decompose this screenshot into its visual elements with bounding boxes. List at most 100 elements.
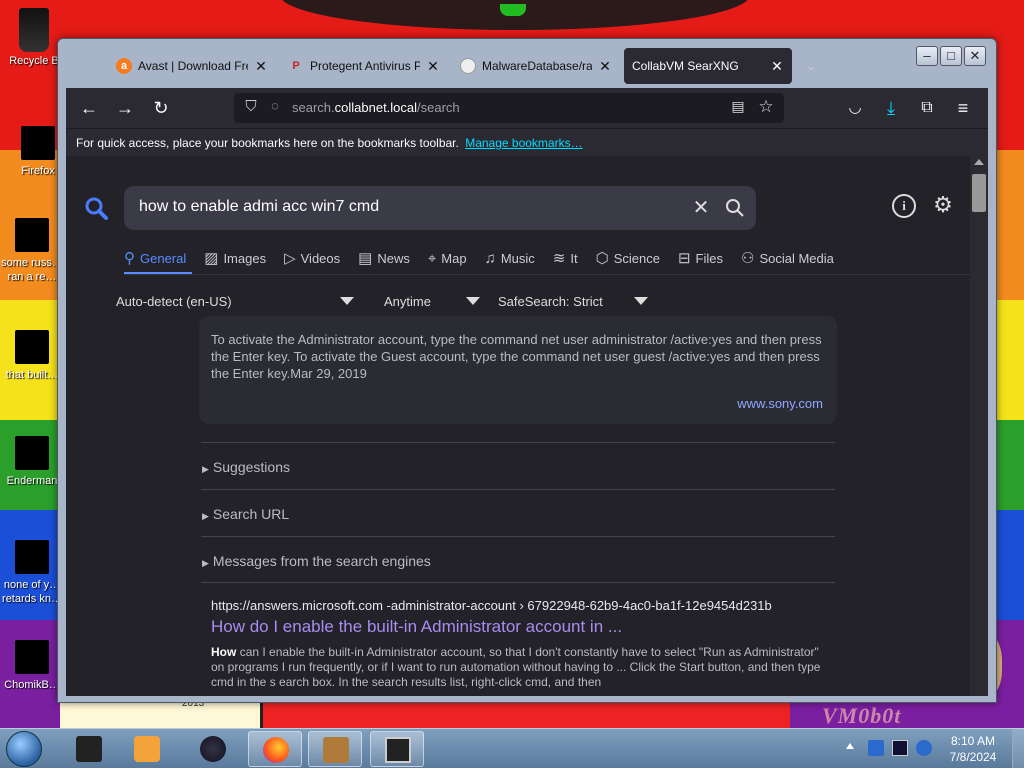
github-icon bbox=[460, 58, 476, 74]
cube-icon: ⬡ bbox=[595, 250, 609, 267]
taskbar-app-6[interactable] bbox=[370, 731, 424, 767]
engine-messages-toggle[interactable]: ▶ Messages from the search engines bbox=[202, 553, 431, 569]
navigation-toolbar: ← → ↻ ⛉ ◌ search.collabnet.local/search … bbox=[66, 88, 988, 128]
desktop-icon-label: that built… bbox=[5, 369, 59, 381]
connection-icon[interactable]: ◌ bbox=[266, 98, 284, 118]
result-title-link[interactable]: How do I enable the built-in Administrat… bbox=[211, 617, 821, 637]
clock-date: 7/8/2024 bbox=[949, 750, 997, 764]
search-icon[interactable] bbox=[722, 195, 748, 221]
bookmark-star-icon[interactable]: ☆ bbox=[756, 97, 776, 117]
tab-science[interactable]: ⬡ Science bbox=[596, 246, 660, 270]
page-scrollbar[interactable] bbox=[970, 156, 988, 696]
desktop-icon-file-1[interactable]: some russ… ran a re… bbox=[0, 218, 64, 284]
result-url[interactable]: https://answers.microsoft.com -administr… bbox=[211, 598, 821, 613]
shield-icon[interactable]: ⛉ bbox=[242, 98, 260, 118]
result-snippet: How can I enable the built-in Administra… bbox=[211, 645, 821, 689]
tab-protegent[interactable]: P Protegent Antivirus P ✕ bbox=[280, 48, 448, 84]
tab-collabvm-searxng[interactable]: CollabVM SearXNG ✕ bbox=[624, 48, 792, 84]
desktop-icon-label: Firefox bbox=[21, 165, 55, 177]
info-icon[interactable]: i bbox=[892, 194, 916, 218]
pocket-icon[interactable]: ◡ bbox=[842, 96, 868, 120]
tab-malwaredatabase[interactable]: MalwareDatabase/ran ✕ bbox=[452, 48, 620, 84]
system-tray bbox=[840, 729, 940, 768]
show-desktop-button[interactable] bbox=[1012, 729, 1024, 768]
search-box[interactable]: how to enable admi acc win7 cmd ✕ bbox=[124, 186, 756, 230]
search-icon: ⚲ bbox=[124, 250, 135, 267]
searxng-logo-icon[interactable] bbox=[84, 196, 110, 222]
desktop-icon-file-3[interactable]: none of y… retards kn… bbox=[0, 540, 64, 606]
tray-app-icon[interactable] bbox=[868, 740, 884, 756]
tab-map[interactable]: ⌖ Map bbox=[428, 246, 467, 270]
close-tab-icon[interactable]: ✕ bbox=[426, 58, 440, 75]
taskbar-app-3[interactable] bbox=[186, 731, 240, 767]
taskbar-firefox[interactable] bbox=[248, 731, 302, 767]
clear-icon[interactable]: ✕ bbox=[688, 195, 714, 221]
app-icon bbox=[385, 737, 411, 763]
tab-list-chevron-icon[interactable]: ⌄ bbox=[796, 48, 826, 84]
desktop-icon-label: Enderman bbox=[6, 475, 58, 487]
image-icon: ▨ bbox=[204, 250, 219, 267]
close-window-button[interactable]: ✕ bbox=[964, 46, 986, 66]
url-bar[interactable]: ⛉ ◌ search.collabnet.local/search ▤ ☆ bbox=[234, 93, 784, 123]
desktop-icon-label: some russ… ran a re… bbox=[1, 257, 63, 283]
tab-general[interactable]: ⚲ General bbox=[124, 246, 186, 270]
tab-it[interactable]: ≋ It bbox=[553, 246, 578, 270]
tab-social-media[interactable]: ⚇ Social Media bbox=[741, 246, 834, 270]
bookmarks-toolbar: For quick access, place your bookmarks h… bbox=[66, 128, 988, 156]
forward-arrow-icon[interactable]: → bbox=[112, 96, 138, 120]
tab-news[interactable]: ▤ News bbox=[358, 246, 410, 270]
search-input[interactable]: how to enable admi acc win7 cmd bbox=[139, 198, 379, 216]
clock[interactable]: 8:10 AM 7/8/2024 bbox=[940, 733, 1006, 765]
language-select[interactable]: Auto-detect (en-US) bbox=[116, 289, 360, 313]
tab-music[interactable]: ♫ Music bbox=[485, 246, 535, 270]
wallpaper-art-red bbox=[260, 700, 790, 728]
reader-view-icon[interactable]: ▤ bbox=[728, 98, 748, 118]
taskbar-app-1[interactable] bbox=[62, 731, 116, 767]
safesearch-select[interactable]: SafeSearch: Strict bbox=[498, 289, 648, 313]
desktop-icon-label: Recycle B bbox=[9, 55, 59, 67]
search-result: https://answers.microsoft.com -administr… bbox=[211, 598, 821, 690]
manage-bookmarks-link[interactable]: Manage bookmarks… bbox=[465, 136, 582, 150]
close-tab-icon[interactable]: ✕ bbox=[254, 58, 268, 75]
close-tab-icon[interactable]: ✕ bbox=[598, 58, 612, 75]
reload-icon[interactable]: ↻ bbox=[148, 96, 174, 120]
minimize-button[interactable]: – bbox=[916, 46, 938, 66]
tab-images[interactable]: ▨ Images bbox=[204, 246, 266, 270]
volume-icon[interactable] bbox=[916, 740, 932, 756]
maximize-button[interactable]: □ bbox=[940, 46, 962, 66]
answer-source-link[interactable]: www.sony.com bbox=[737, 395, 823, 412]
url-text[interactable]: search.collabnet.local/search bbox=[292, 100, 460, 115]
gear-icon[interactable]: ⚙ bbox=[930, 192, 956, 218]
desktop-icon-chomikbox[interactable]: ChomikB… bbox=[0, 640, 64, 692]
tab-videos[interactable]: ▷ Videos bbox=[284, 246, 340, 270]
back-arrow-icon[interactable]: ← bbox=[76, 96, 102, 120]
network-icon[interactable] bbox=[892, 740, 908, 756]
time-range-select[interactable]: Anytime bbox=[384, 289, 480, 313]
tab-files[interactable]: ⊟ Files bbox=[678, 246, 723, 270]
extensions-icon[interactable]: ⧉ bbox=[914, 96, 940, 120]
browser-chrome: ← → ↻ ⛉ ◌ search.collabnet.local/search … bbox=[66, 88, 988, 696]
scroll-up-arrow-icon[interactable] bbox=[974, 159, 984, 165]
suggestions-toggle[interactable]: ▶ Suggestions bbox=[202, 459, 290, 475]
dropdown-arrow-icon bbox=[340, 297, 354, 305]
scroll-thumb[interactable] bbox=[972, 174, 986, 212]
desktop-icon-file-2[interactable]: that built… bbox=[0, 330, 64, 382]
file-icon bbox=[15, 218, 49, 252]
taskbar-media-player[interactable] bbox=[120, 731, 174, 767]
taskbar-chomikbox[interactable] bbox=[308, 731, 362, 767]
desktop-icon-enderman[interactable]: Enderman bbox=[0, 436, 64, 488]
download-icon[interactable]: ⤓ bbox=[878, 96, 904, 120]
tab-avast[interactable]: a Avast | Download Fre ✕ bbox=[108, 48, 276, 84]
tab-title: MalwareDatabase/ran bbox=[482, 59, 592, 73]
avast-icon: a bbox=[116, 58, 132, 74]
media-player-icon bbox=[134, 736, 160, 762]
search-url-toggle[interactable]: ▶ Search URL bbox=[202, 506, 289, 522]
tray-expand-icon[interactable] bbox=[846, 743, 854, 749]
category-divider bbox=[124, 274, 970, 275]
dropdown-arrow-icon bbox=[466, 297, 480, 305]
start-button[interactable] bbox=[6, 731, 42, 767]
close-tab-icon[interactable]: ✕ bbox=[770, 58, 784, 75]
browser-window: a Avast | Download Fre ✕ P Protegent Ant… bbox=[57, 38, 997, 703]
desktop-icon-label: ChomikB… bbox=[4, 679, 60, 691]
menu-hamburger-icon[interactable]: ≡ bbox=[950, 96, 976, 120]
